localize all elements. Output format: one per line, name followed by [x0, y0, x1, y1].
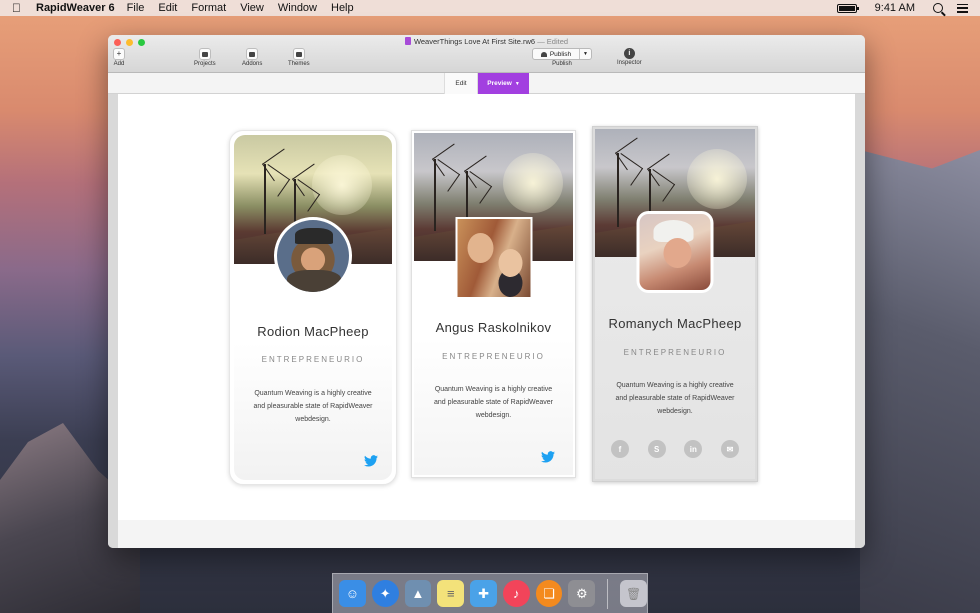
themes-icon [292, 48, 305, 60]
add-label: Add [113, 61, 125, 67]
profile-role: ENTREPRENEURIO [623, 348, 727, 357]
projects-icon [198, 48, 211, 60]
publish-label: Publish [552, 61, 572, 67]
inspector-label: Inspector [617, 60, 642, 66]
menu-help[interactable]: Help [331, 2, 354, 14]
profile-bio-line: and pleasurable state of RapidWeaver [615, 395, 735, 402]
document-name: WeaverThings Love At First Site.rw6 [413, 37, 536, 46]
menu-view[interactable]: View [240, 2, 264, 14]
avatar [455, 217, 532, 299]
menu-file[interactable]: File [127, 2, 145, 14]
info-icon: i [623, 48, 635, 59]
profile-bio-line: Quantum Weaving is a highly creative [616, 382, 734, 389]
linkedin-icon[interactable]: in [684, 440, 703, 458]
twitter-icon[interactable] [541, 451, 555, 463]
profile-card: Romanych MacPheep ENTREPRENEURIO Quantum… [592, 126, 758, 482]
profile-bio-line: webdesign. [295, 416, 331, 423]
system-preferences-icon[interactable]: ⚙ [568, 580, 596, 607]
avatar [274, 217, 352, 295]
xcode-icon[interactable]: ✚ [470, 580, 497, 607]
preview-icon[interactable]: ▲ [404, 580, 432, 607]
tab-preview[interactable]: Preview ▼ [478, 73, 529, 94]
profile-bio: Quantum Weaving is a highly creative and… [426, 383, 561, 422]
menu-app-name[interactable]: RapidWeaver 6 [36, 2, 115, 14]
publish-button[interactable]: Publish ▼ [532, 48, 592, 60]
menu-format[interactable]: Format [191, 2, 226, 14]
profile-name: Romanych MacPheep [608, 316, 742, 331]
page-footer [118, 520, 855, 548]
menu-window[interactable]: Window [278, 2, 317, 14]
mode-switcher: Edit Preview ▼ [108, 73, 865, 94]
menu-edit[interactable]: Edit [158, 2, 177, 14]
addons-button[interactable]: Addons [242, 48, 262, 67]
profile-bio-line: Quantum Weaving is a highly creative [254, 390, 372, 397]
menu-clock[interactable]: 9:41 AM [875, 2, 915, 14]
social-links: f S in ✉ [611, 440, 739, 458]
window-title: WeaverThings Love At First Site.rw6 — Ed… [108, 37, 865, 46]
menu-bar:  RapidWeaver 6 File Edit Format View Wi… [0, 0, 980, 16]
profile-bio-line: Quantum Weaving is a highly creative [434, 386, 553, 393]
plus-icon: + [113, 48, 125, 60]
themes-button[interactable]: Themes [288, 48, 310, 67]
profile-bio-line: webdesign. [475, 412, 512, 419]
trash-icon[interactable]: 🗑 [620, 580, 648, 607]
document-icon [404, 37, 411, 45]
profile-bio: Quantum Weaving is a highly creative and… [607, 379, 743, 418]
profile-bio-line: webdesign. [657, 408, 693, 415]
finder-icon[interactable]: ☺ [339, 580, 366, 607]
document-edited-status: — Edited [537, 37, 569, 46]
ibooks-icon[interactable]: ❏ [535, 580, 563, 607]
profile-card: Angus Raskolnikov ENTREPRENEURIO Quantum… [411, 130, 576, 478]
profile-name: Angus Raskolnikov [435, 320, 552, 335]
battery-icon[interactable] [836, 3, 859, 13]
itunes-icon[interactable]: ♪ [502, 580, 530, 607]
profile-bio: Quantum Weaving is a highly creative and… [246, 387, 380, 426]
dock-separator [607, 578, 609, 609]
notes-icon[interactable]: ≡ [437, 580, 465, 607]
facebook-icon[interactable]: f [611, 440, 629, 458]
chevron-down-icon: ▼ [514, 80, 520, 87]
profile-bio-line: and pleasurable state of RapidWeaver [253, 403, 373, 410]
app-window: WeaverThings Love At First Site.rw6 — Ed… [108, 35, 865, 548]
avatar [636, 211, 714, 293]
email-icon[interactable]: ✉ [720, 440, 739, 458]
themes-label: Themes [288, 61, 310, 67]
inspector-button[interactable]: i Inspector [617, 48, 642, 66]
tab-preview-label: Preview [487, 80, 512, 87]
apple-menu-icon[interactable]:  [12, 1, 26, 15]
spotlight-search-icon[interactable] [933, 3, 943, 13]
publish-button-main[interactable]: Publish [533, 49, 580, 59]
profile-name: Rodion MacPheep [257, 324, 369, 339]
projects-button[interactable]: Projects [194, 48, 216, 67]
profile-role: ENTREPRENEURIO [442, 352, 545, 361]
twitter-icon[interactable] [364, 455, 378, 467]
desktop-wallpaper-cliff [860, 150, 980, 613]
skype-icon[interactable]: S [647, 440, 666, 458]
web-page-preview: Rodion MacPheep ENTREPRENEURIO Quantum W… [118, 94, 855, 548]
notification-center-icon[interactable] [957, 3, 968, 13]
window-toolbar: WeaverThings Love At First Site.rw6 — Ed… [108, 35, 865, 73]
puzzle-piece-icon [246, 48, 259, 60]
profile-bio-line: and pleasurable state of RapidWeaver [434, 399, 553, 406]
tab-edit[interactable]: Edit [444, 73, 478, 94]
safari-icon[interactable]: ✦ [371, 580, 399, 607]
chevron-down-icon[interactable]: ▼ [580, 51, 591, 57]
projects-label: Projects [194, 61, 216, 67]
addons-label: Addons [242, 61, 263, 67]
profile-role: ENTREPRENEURIO [261, 355, 365, 364]
dock: ☺ ✦ ▲ ≡ ✚ ♪ ❏ ⚙ 🗑 [332, 573, 648, 613]
profile-card: Rodion MacPheep ENTREPRENEURIO Quantum W… [229, 130, 397, 485]
preview-area[interactable]: Rodion MacPheep ENTREPRENEURIO Quantum W… [108, 94, 865, 548]
add-button[interactable]: + Add [113, 48, 125, 67]
